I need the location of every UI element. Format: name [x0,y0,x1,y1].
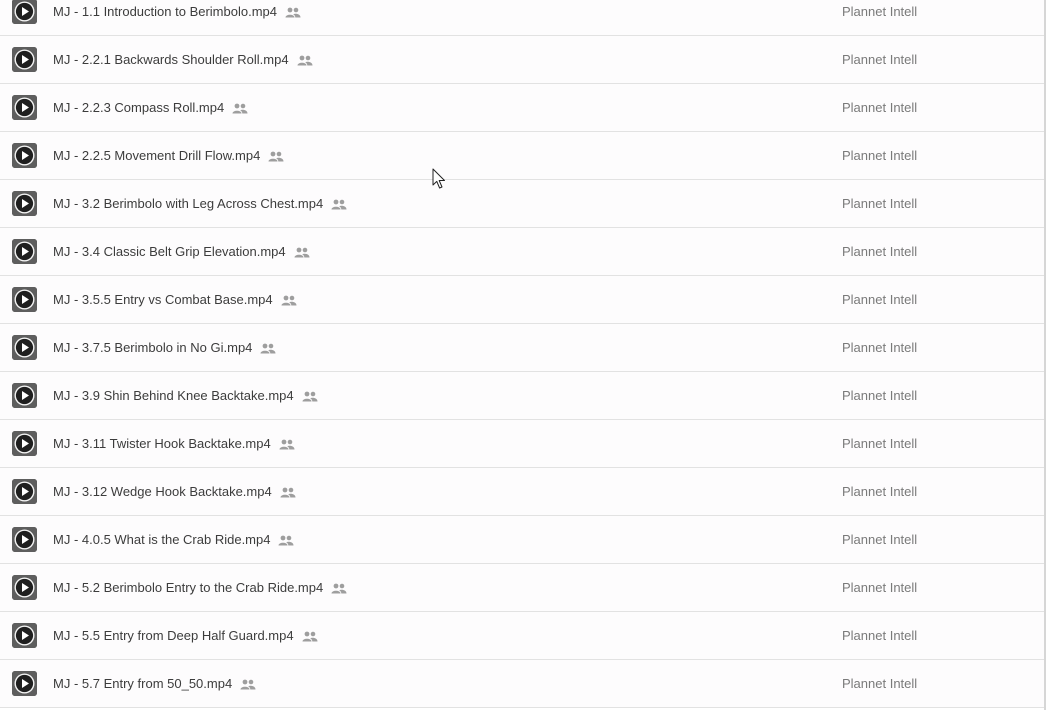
shared-people-icon [297,54,313,70]
shared-people-icon [294,246,310,262]
file-owner: Plannet Intell [842,100,918,115]
file-row[interactable]: MJ - 2.2.1 Backwards Shoulder Roll.mp4 P… [0,36,1046,84]
file-owner: Plannet Intell [842,244,918,259]
video-thumbnail-icon[interactable] [12,95,37,120]
video-thumbnail-icon[interactable] [12,335,37,360]
file-row[interactable]: MJ - 2.2.3 Compass Roll.mp4 Plannet Inte… [0,84,1046,132]
shared-people-icon [232,102,248,118]
file-owner: Plannet Intell [842,388,918,403]
shared-people-icon [280,486,296,502]
file-owner: Plannet Intell [842,52,918,67]
file-row[interactable]: MJ - 3.12 Wedge Hook Backtake.mp4 Planne… [0,468,1046,516]
file-name[interactable]: MJ - 3.12 Wedge Hook Backtake.mp4 [53,484,296,502]
video-thumbnail-icon[interactable] [12,47,37,72]
video-thumbnail-icon[interactable] [12,143,37,168]
video-thumbnail-icon[interactable] [12,287,37,312]
file-row[interactable]: MJ - 5.5 Entry from Deep Half Guard.mp4 … [0,612,1046,660]
shared-people-icon [279,438,295,454]
file-row[interactable]: MJ - 3.2 Berimbolo with Leg Across Chest… [0,180,1046,228]
file-row[interactable]: MJ - 3.9 Shin Behind Knee Backtake.mp4 P… [0,372,1046,420]
shared-people-icon [278,534,294,550]
file-owner: Plannet Intell [842,436,918,451]
video-thumbnail-icon[interactable] [12,0,37,24]
video-thumbnail-icon[interactable] [12,671,37,696]
file-row[interactable]: MJ - 5.2 Berimbolo Entry to the Crab Rid… [0,564,1046,612]
file-owner: Plannet Intell [842,196,918,211]
file-row[interactable]: MJ - 4.0.5 What is the Crab Ride.mp4 Pla… [0,516,1046,564]
shared-people-icon [260,342,276,358]
file-name[interactable]: MJ - 4.0.5 What is the Crab Ride.mp4 [53,532,294,550]
file-owner: Plannet Intell [842,532,918,547]
video-thumbnail-icon[interactable] [12,191,37,216]
file-row[interactable]: MJ - 1.1 Introduction to Berimbolo.mp4 P… [0,0,1046,36]
file-row[interactable]: MJ - 5.7 Entry from 50_50.mp4 Plannet In… [0,660,1046,708]
file-row[interactable]: MJ - 3.4 Classic Belt Grip Elevation.mp4… [0,228,1046,276]
file-name[interactable]: MJ - 1.1 Introduction to Berimbolo.mp4 [53,4,301,22]
video-thumbnail-icon[interactable] [12,575,37,600]
file-name[interactable]: MJ - 5.5 Entry from Deep Half Guard.mp4 [53,628,318,646]
file-list: MJ - 1.1 Introduction to Berimbolo.mp4 P… [0,0,1046,708]
file-name[interactable]: MJ - 2.2.3 Compass Roll.mp4 [53,100,248,118]
video-thumbnail-icon[interactable] [12,383,37,408]
file-owner: Plannet Intell [842,628,918,643]
file-row[interactable]: MJ - 3.5.5 Entry vs Combat Base.mp4 Plan… [0,276,1046,324]
shared-people-icon [240,678,256,694]
file-name[interactable]: MJ - 3.2 Berimbolo with Leg Across Chest… [53,196,347,214]
file-name[interactable]: MJ - 5.7 Entry from 50_50.mp4 [53,676,256,694]
file-name[interactable]: MJ - 3.7.5 Berimbolo in No Gi.mp4 [53,340,276,358]
file-row[interactable]: MJ - 3.7.5 Berimbolo in No Gi.mp4 Planne… [0,324,1046,372]
file-name[interactable]: MJ - 5.2 Berimbolo Entry to the Crab Rid… [53,580,347,598]
shared-people-icon [331,582,347,598]
file-name[interactable]: MJ - 3.5.5 Entry vs Combat Base.mp4 [53,292,297,310]
shared-people-icon [281,294,297,310]
file-row[interactable]: MJ - 2.2.5 Movement Drill Flow.mp4 Plann… [0,132,1046,180]
file-name[interactable]: MJ - 2.2.1 Backwards Shoulder Roll.mp4 [53,52,313,70]
file-owner: Plannet Intell [842,484,918,499]
file-owner: Plannet Intell [842,292,918,307]
file-owner: Plannet Intell [842,148,918,163]
file-row[interactable]: MJ - 3.11 Twister Hook Backtake.mp4 Plan… [0,420,1046,468]
shared-people-icon [268,150,284,166]
file-owner: Plannet Intell [842,580,918,595]
video-thumbnail-icon[interactable] [12,623,37,648]
shared-people-icon [302,630,318,646]
file-name[interactable]: MJ - 2.2.5 Movement Drill Flow.mp4 [53,148,284,166]
mouse-pointer-icon [432,168,446,190]
file-name[interactable]: MJ - 3.4 Classic Belt Grip Elevation.mp4 [53,244,310,262]
video-thumbnail-icon[interactable] [12,479,37,504]
file-owner: Plannet Intell [842,676,918,691]
shared-people-icon [331,198,347,214]
file-name[interactable]: MJ - 3.9 Shin Behind Knee Backtake.mp4 [53,388,318,406]
file-owner: Plannet Intell [842,4,918,19]
shared-people-icon [302,390,318,406]
video-thumbnail-icon[interactable] [12,239,37,264]
video-thumbnail-icon[interactable] [12,431,37,456]
file-owner: Plannet Intell [842,340,918,355]
shared-people-icon [285,6,301,22]
file-name[interactable]: MJ - 3.11 Twister Hook Backtake.mp4 [53,436,295,454]
video-thumbnail-icon[interactable] [12,527,37,552]
